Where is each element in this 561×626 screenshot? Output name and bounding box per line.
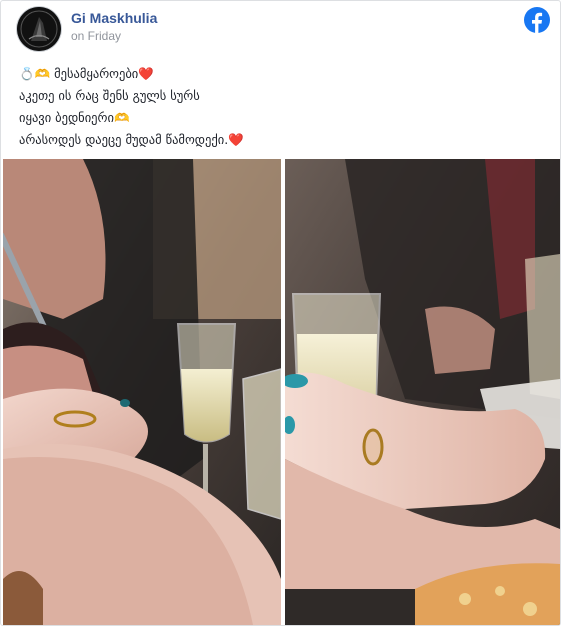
caption-line-1: 💍🫶 მესამყაროები❤️ xyxy=(19,66,154,81)
caption-line-4: არასოდეს დაეცე მუდამ წამოდექი.❤️ xyxy=(19,132,244,147)
post-timestamp[interactable]: on Friday xyxy=(71,29,121,43)
caption-line-2: აკეთე ის რაც შენს გულს სურს xyxy=(19,88,200,103)
post-caption: 💍🫶 მესამყაროები❤️ აკეთე ის რაც შენს გულს… xyxy=(19,63,542,151)
author-avatar[interactable] xyxy=(17,7,61,51)
post-header: Gi Maskhulia on Friday xyxy=(17,7,550,51)
photo-champagne-ring-right[interactable] xyxy=(285,159,560,625)
author-name[interactable]: Gi Maskhulia xyxy=(71,10,157,26)
facebook-post: Gi Maskhulia on Friday 💍🫶 მესამყაროები❤️… xyxy=(0,0,561,626)
photo-champagne-ring-left[interactable] xyxy=(3,159,281,625)
caption-line-3: იყავი ბედნიერი🫶 xyxy=(19,110,130,125)
facebook-logo-icon[interactable] xyxy=(524,7,550,34)
post-photos xyxy=(1,159,560,625)
